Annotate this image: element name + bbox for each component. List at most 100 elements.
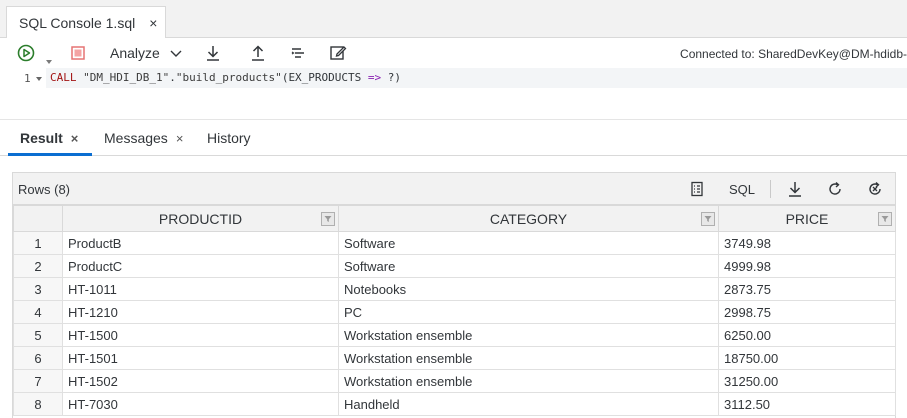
close-messages-tab-icon[interactable]: × bbox=[176, 131, 184, 146]
row-index-header bbox=[13, 205, 63, 232]
column-header-category[interactable]: CATEGORY bbox=[338, 205, 719, 232]
cell-productid[interactable]: ProductB bbox=[62, 231, 339, 255]
cell-price[interactable]: 18750.00 bbox=[718, 346, 896, 370]
row-index: 5 bbox=[13, 323, 63, 347]
code-line-1[interactable]: CALL "DM_HDI_DB_1"."build_products"(EX_P… bbox=[46, 68, 907, 88]
cell-productid[interactable]: HT-1502 bbox=[62, 369, 339, 393]
code-param: EX_PRODUCTS bbox=[288, 71, 362, 84]
stop-dropdown-indicator bbox=[46, 60, 52, 64]
refresh-icon[interactable] bbox=[825, 179, 845, 199]
code-procedure: "build_products" bbox=[175, 71, 282, 84]
cell-price[interactable]: 31250.00 bbox=[718, 369, 896, 393]
connection-status: Connected to: SharedDevKey@DM-hdidb- bbox=[680, 47, 907, 61]
format-icon[interactable] bbox=[289, 43, 309, 63]
close-tab-icon[interactable]: × bbox=[149, 15, 157, 31]
sql-button[interactable]: SQL bbox=[729, 182, 755, 197]
filter-icon[interactable] bbox=[701, 212, 715, 226]
cell-price[interactable]: 4999.98 bbox=[718, 254, 896, 278]
editor-gutter: 1 bbox=[0, 68, 46, 120]
table-row[interactable]: 8 HT-7030 Handheld 3112.50 bbox=[13, 392, 896, 416]
active-tab-indicator bbox=[8, 153, 92, 156]
tab-result-label: Result bbox=[20, 130, 63, 146]
column-header-productid[interactable]: PRODUCTID bbox=[62, 205, 339, 232]
table-row[interactable]: 4 HT-1210 PC 2998.75 bbox=[13, 300, 896, 324]
column-header-label: CATEGORY bbox=[489, 210, 568, 227]
code-schema: "DM_HDI_DB_1" bbox=[83, 71, 170, 84]
cell-category[interactable]: Handheld bbox=[338, 392, 719, 416]
cell-category[interactable]: Notebooks bbox=[338, 277, 719, 301]
table-row[interactable]: 1 ProductB Software 3749.98 bbox=[13, 231, 896, 255]
filter-icon[interactable] bbox=[878, 212, 892, 226]
cell-price[interactable]: 6250.00 bbox=[718, 323, 896, 347]
row-index: 8 bbox=[13, 392, 63, 416]
code-keyword: CALL bbox=[50, 71, 77, 84]
result-tab-bar: Result × Messages × History bbox=[0, 120, 907, 156]
cell-productid[interactable]: ProductC bbox=[62, 254, 339, 278]
cell-productid[interactable]: HT-1210 bbox=[62, 300, 339, 324]
cell-category[interactable]: Workstation ensemble bbox=[338, 323, 719, 347]
upload-icon[interactable] bbox=[248, 43, 268, 63]
cell-category[interactable]: Workstation ensemble bbox=[338, 346, 719, 370]
table-row[interactable]: 6 HT-1501 Workstation ensemble 18750.00 bbox=[13, 346, 896, 370]
table-row[interactable]: 5 HT-1500 Workstation ensemble 6250.00 bbox=[13, 323, 896, 347]
rows-count-label: Rows (8) bbox=[18, 182, 71, 197]
tab-messages[interactable]: Messages × bbox=[104, 130, 183, 146]
editor-tab-sql-console[interactable]: SQL Console 1.sql × bbox=[6, 6, 166, 38]
editor-tab-bar: SQL Console 1.sql × bbox=[0, 0, 907, 38]
row-index: 4 bbox=[13, 300, 63, 324]
table-header-row: PRODUCTID CATEGORY PRICE bbox=[13, 205, 896, 232]
analyze-menu[interactable]: Analyze bbox=[110, 45, 182, 61]
cell-price[interactable]: 2873.75 bbox=[718, 277, 896, 301]
column-header-label: PRICE bbox=[785, 210, 829, 227]
tab-result[interactable]: Result × bbox=[20, 130, 78, 146]
line-number: 1 bbox=[24, 72, 31, 85]
edit-icon[interactable] bbox=[328, 43, 348, 63]
cell-category[interactable]: Software bbox=[338, 231, 719, 255]
header-separator bbox=[770, 180, 771, 198]
download-icon[interactable] bbox=[203, 43, 223, 63]
row-index: 1 bbox=[13, 231, 63, 255]
column-settings-icon[interactable] bbox=[687, 179, 707, 199]
table-row[interactable]: 2 ProductC Software 4999.98 bbox=[13, 254, 896, 278]
fold-arrow-icon[interactable] bbox=[36, 77, 42, 81]
tab-history[interactable]: History bbox=[207, 130, 251, 146]
code-close-paren: ) bbox=[394, 71, 402, 84]
cell-productid[interactable]: HT-1501 bbox=[62, 346, 339, 370]
chevron-down-icon bbox=[170, 45, 182, 61]
cell-category[interactable]: Software bbox=[338, 254, 719, 278]
cell-price[interactable]: 3749.98 bbox=[718, 231, 896, 255]
toolbar: Analyze Connected to: SharedDevKey@DM-hd… bbox=[0, 38, 907, 68]
tab-messages-label: Messages bbox=[104, 130, 168, 146]
row-index: 2 bbox=[13, 254, 63, 278]
cell-price[interactable]: 3112.50 bbox=[718, 392, 896, 416]
analyze-label: Analyze bbox=[110, 45, 160, 61]
sql-console-window: SQL Console 1.sql × Analyze Connected to… bbox=[0, 0, 907, 418]
editor-tab-title: SQL Console 1.sql bbox=[19, 14, 136, 31]
row-index: 3 bbox=[13, 277, 63, 301]
cell-productid[interactable]: HT-7030 bbox=[62, 392, 339, 416]
run-icon[interactable] bbox=[16, 43, 36, 63]
cell-price[interactable]: 2998.75 bbox=[718, 300, 896, 324]
close-result-tab-icon[interactable]: × bbox=[71, 131, 79, 146]
cell-productid[interactable]: HT-1011 bbox=[62, 277, 339, 301]
result-table: PRODUCTID CATEGORY PRICE 1 ProductB Soft… bbox=[13, 205, 896, 416]
cell-category[interactable]: PC bbox=[338, 300, 719, 324]
code-editor[interactable]: 1 CALL "DM_HDI_DB_1"."build_products"(EX… bbox=[0, 68, 907, 120]
stop-icon[interactable] bbox=[68, 43, 88, 63]
table-row[interactable]: 3 HT-1011 Notebooks 2873.75 bbox=[13, 277, 896, 301]
tab-history-label: History bbox=[207, 130, 251, 146]
clear-results-icon[interactable] bbox=[865, 179, 885, 199]
cell-productid[interactable]: HT-1500 bbox=[62, 323, 339, 347]
result-panel-header: Rows (8) SQL bbox=[13, 173, 895, 205]
filter-icon[interactable] bbox=[321, 212, 335, 226]
column-header-label: PRODUCTID bbox=[158, 210, 243, 227]
row-index: 6 bbox=[13, 346, 63, 370]
code-arrow: => bbox=[361, 71, 388, 84]
row-index: 7 bbox=[13, 369, 63, 393]
download-results-icon[interactable] bbox=[785, 179, 805, 199]
cell-category[interactable]: Workstation ensemble bbox=[338, 369, 719, 393]
code-dot: . bbox=[169, 71, 176, 84]
column-header-price[interactable]: PRICE bbox=[718, 205, 896, 232]
result-panel: Rows (8) SQL PRODUCTID CATEGORY PRICE 1 … bbox=[12, 172, 896, 418]
table-row[interactable]: 7 HT-1502 Workstation ensemble 31250.00 bbox=[13, 369, 896, 393]
